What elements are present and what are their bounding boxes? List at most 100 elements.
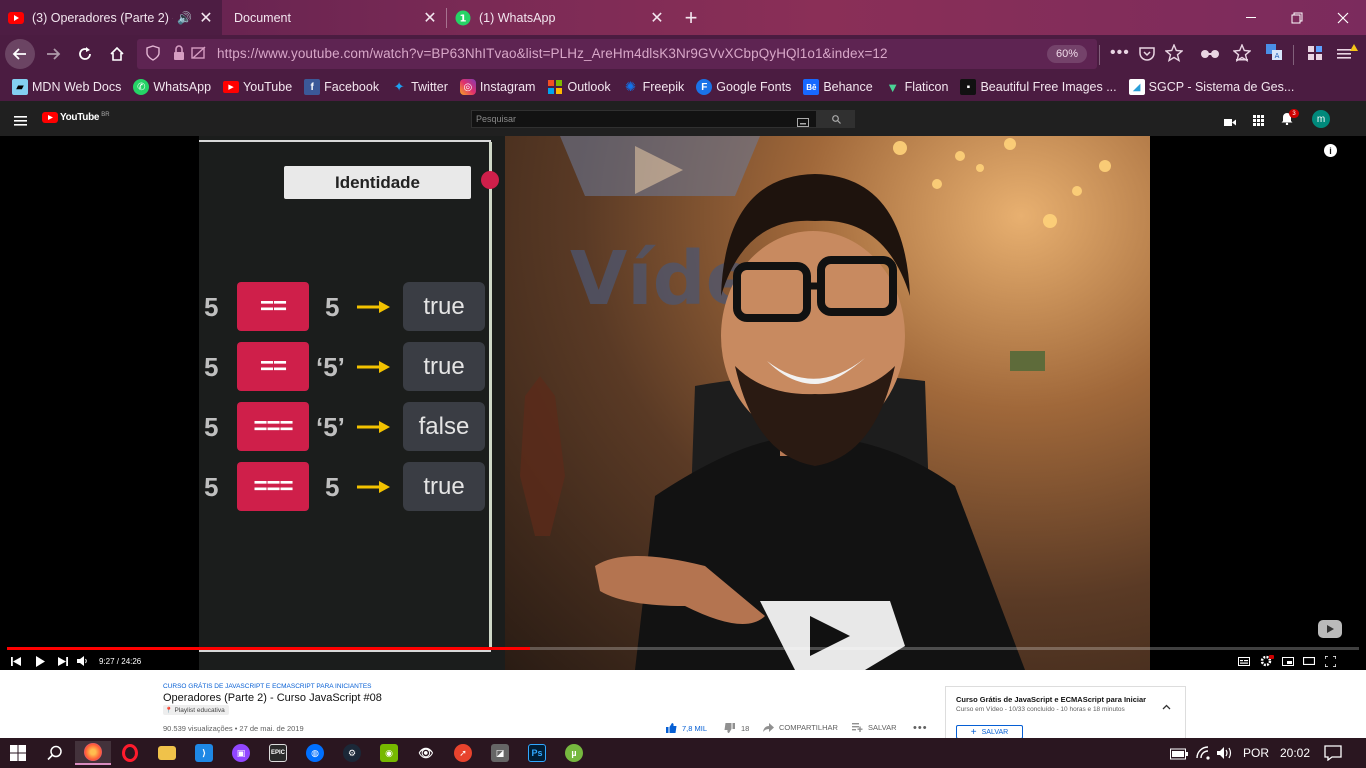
taskbar-unity[interactable]: ◪ (482, 741, 518, 765)
permissions-icon[interactable] (191, 46, 207, 65)
apps-grid-icon[interactable] (1253, 113, 1264, 131)
save-button[interactable]: SALVAR (852, 723, 896, 732)
taskbar-twitch[interactable]: ▣ (223, 741, 259, 765)
video-player[interactable]: Identidade 5 == 5 true 5 == ‘5’ true 5 =… (0, 136, 1366, 670)
bookmark-label: Twitter (411, 80, 448, 94)
taskbar-uplay[interactable]: ◍ (297, 741, 333, 765)
back-button[interactable] (5, 39, 35, 69)
chevron-up-icon[interactable] (1162, 697, 1171, 715)
settings-gear-icon[interactable] (1260, 654, 1274, 668)
playlist-save-button[interactable]: + SALVAR (956, 725, 1023, 739)
volume-button[interactable] (77, 654, 88, 668)
start-button[interactable] (0, 741, 36, 765)
taskbar-steam[interactable]: ⚙ (334, 741, 370, 765)
subtitles-button[interactable] (1238, 654, 1250, 668)
taskbar-utorrent[interactable]: µ (556, 741, 592, 765)
playlist-link[interactable]: CURSO GRÁTIS DE JAVASCRIPT E ECMASCRIPT … (163, 683, 372, 690)
create-video-icon[interactable] (1224, 114, 1236, 132)
taskbar-opera[interactable] (112, 741, 148, 765)
playlist-badge[interactable]: 📍 Playlist educativa (163, 705, 229, 715)
bookmark-google-fonts[interactable]: F Google Fonts (696, 79, 791, 95)
playlist-title[interactable]: Curso Grátis de JavaScript e ECMAScript … (956, 695, 1156, 704)
search-button[interactable] (37, 741, 73, 765)
share-button[interactable]: COMPARTILHAR (763, 723, 838, 732)
bookmark-facebook[interactable]: f Facebook (304, 79, 379, 95)
bookmark-whatsapp[interactable]: ✆ WhatsApp (133, 79, 211, 95)
zoom-level[interactable]: 60% (1047, 45, 1087, 63)
taskbar-photoshop[interactable]: Ps (519, 741, 555, 765)
minimize-button[interactable] (1228, 0, 1274, 35)
taskbar-vscode[interactable]: ⟩ (186, 741, 222, 765)
hamburger-icon[interactable] (14, 113, 28, 131)
search-input[interactable]: Pesquisar (471, 110, 817, 128)
bookmark-star-icon[interactable] (1164, 43, 1184, 67)
bookmarks-menu-icon[interactable] (1232, 43, 1252, 67)
tab-whatsapp[interactable]: 1 (1) WhatsApp ✕ (447, 0, 673, 35)
taskbar-nvidia[interactable]: ◉ (371, 741, 407, 765)
taskbar-rocket[interactable]: ➚ (445, 741, 481, 765)
bookmark-freepik[interactable]: ✺ Freepik (623, 79, 684, 95)
theater-mode-button[interactable] (1303, 654, 1315, 668)
close-window-button[interactable] (1320, 0, 1366, 35)
playlist-subtitle: Curso em Vídeo - 10/33 concluído - 10 ho… (956, 706, 1125, 713)
taskbar-tripadvisor[interactable]: 👁 (408, 741, 444, 765)
play-button[interactable] (35, 654, 45, 668)
bookmark-sgcp[interactable]: ◢ SGCP - Sistema de Ges... (1128, 79, 1294, 95)
incognito-icon[interactable] (1200, 46, 1220, 65)
pocket-icon[interactable] (1139, 46, 1155, 66)
extensions-icon[interactable] (1307, 45, 1323, 66)
home-button[interactable] (102, 39, 132, 69)
clock[interactable]: 20:02 (1280, 746, 1310, 760)
lock-icon[interactable] (173, 45, 185, 66)
translate-icon[interactable]: A (1266, 44, 1282, 65)
utorrent-icon: µ (565, 744, 583, 762)
bookmark-outlook[interactable]: Outlook (547, 79, 611, 95)
progress-bar[interactable] (7, 647, 1359, 650)
dislike-button[interactable]: 18 (724, 723, 749, 733)
new-tab-button[interactable]: + (676, 0, 706, 35)
previous-button[interactable] (11, 654, 21, 668)
close-tab-icon[interactable]: ✕ (420, 8, 440, 28)
forward-button[interactable] (38, 39, 68, 69)
taskbar-epic-games[interactable]: EPIC (260, 741, 296, 765)
battery-icon[interactable] (1170, 747, 1188, 765)
shield-icon[interactable] (146, 45, 160, 66)
taskbar-file-explorer[interactable] (149, 741, 185, 765)
miniplayer-button[interactable] (1282, 654, 1294, 668)
close-tab-icon[interactable]: ✕ (196, 8, 216, 28)
like-button[interactable]: 7,8 MIL (666, 723, 707, 733)
taskbar-firefox[interactable] (75, 741, 111, 765)
video-frame[interactable]: Identidade 5 == 5 true 5 == ‘5’ true 5 =… (199, 136, 1150, 670)
language-indicator[interactable]: POR (1243, 746, 1269, 760)
keyboard-icon[interactable] (797, 114, 809, 132)
speaker-icon[interactable]: 🔊 (177, 11, 192, 25)
tab-youtube[interactable]: (3) Operadores (Parte 2) - C 🔊 ✕ (0, 0, 222, 35)
restore-button[interactable] (1274, 0, 1320, 35)
close-tab-icon[interactable]: ✕ (647, 8, 667, 28)
reload-button[interactable] (70, 39, 100, 69)
more-actions-icon[interactable]: ••• (913, 722, 928, 734)
youtube-logo[interactable]: YouTube BR (42, 112, 110, 123)
menu-icon[interactable] (1336, 44, 1358, 67)
tab-document[interactable]: Document ✕ (222, 0, 446, 35)
avatar[interactable]: m (1312, 110, 1330, 128)
bookmark-mdn[interactable]: ▰ MDN Web Docs (12, 79, 121, 95)
page-actions-icon[interactable]: ••• (1110, 44, 1130, 62)
bookmark-youtube[interactable]: ▶ YouTube (223, 80, 292, 94)
bookmark-twitter[interactable]: ✦ Twitter (391, 79, 448, 95)
url-bar[interactable]: https://www.youtube.com/watch?v=BP63NhIT… (137, 39, 1097, 69)
info-icon[interactable]: i (1324, 144, 1337, 157)
bookmark-flaticon[interactable]: ▼ Flaticon (885, 79, 948, 95)
youtube-watermark-icon[interactable] (1318, 620, 1342, 643)
search-button[interactable] (817, 110, 855, 128)
firefox-icon (84, 743, 102, 761)
bookmark-instagram[interactable]: ◎ Instagram (459, 79, 535, 95)
fullscreen-button[interactable] (1325, 654, 1336, 668)
bookmark-unsplash[interactable]: ▪ Beautiful Free Images ... (960, 79, 1117, 95)
notification-center-icon[interactable] (1324, 745, 1342, 766)
bookmark-behance[interactable]: Bē Behance (803, 79, 873, 95)
operand-right: 5 (325, 292, 340, 322)
volume-icon[interactable] (1217, 746, 1235, 765)
next-button[interactable] (58, 654, 68, 668)
wifi-icon[interactable] (1196, 746, 1212, 765)
